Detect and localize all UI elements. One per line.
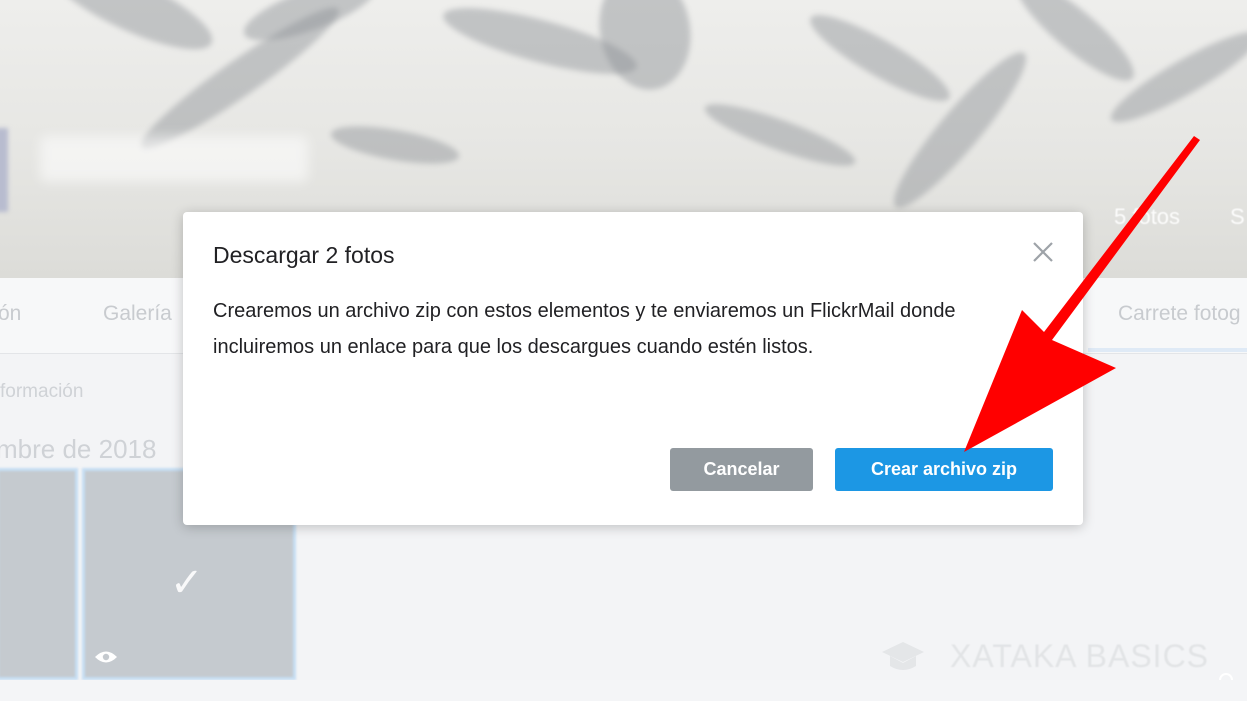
page-footer-strip — [0, 680, 1247, 701]
eye-icon[interactable] — [94, 650, 118, 664]
photo-thumbnail[interactable] — [0, 468, 78, 680]
cover-photo-detail — [1004, 0, 1146, 94]
profile-avatar[interactable] — [0, 128, 8, 212]
annotation-arrow — [964, 136, 1200, 452]
cover-photo-detail — [801, 2, 959, 114]
profile-name — [40, 136, 308, 182]
dialog-message: Crearemos un archivo zip con estos eleme… — [213, 300, 956, 358]
subnav-item-gallery[interactable]: Galería — [103, 302, 172, 326]
graduation-cap-icon — [882, 642, 924, 670]
cover-photo-detail — [590, 0, 700, 97]
create-zip-button[interactable]: Crear archivo zip — [835, 448, 1053, 491]
cover-photo-detail — [37, 0, 223, 66]
subnav-item-about[interactable]: ón — [0, 302, 21, 326]
stat-truncated: S — [1230, 204, 1245, 229]
date-header: mbre de 2018 — [0, 434, 157, 464]
checkmark-icon: ✓ — [170, 561, 204, 605]
watermark-text: XATAKA BASICS — [950, 638, 1210, 674]
cover-photo-detail — [328, 118, 462, 172]
cancel-button[interactable]: Cancelar — [670, 448, 813, 491]
info-link[interactable]: formación — [0, 381, 83, 403]
download-dialog: Descargar 2 fotos Crearemos un archivo z… — [183, 212, 1083, 525]
dialog-title: Descargar 2 fotos — [213, 242, 395, 268]
cover-photo-detail — [699, 93, 861, 177]
